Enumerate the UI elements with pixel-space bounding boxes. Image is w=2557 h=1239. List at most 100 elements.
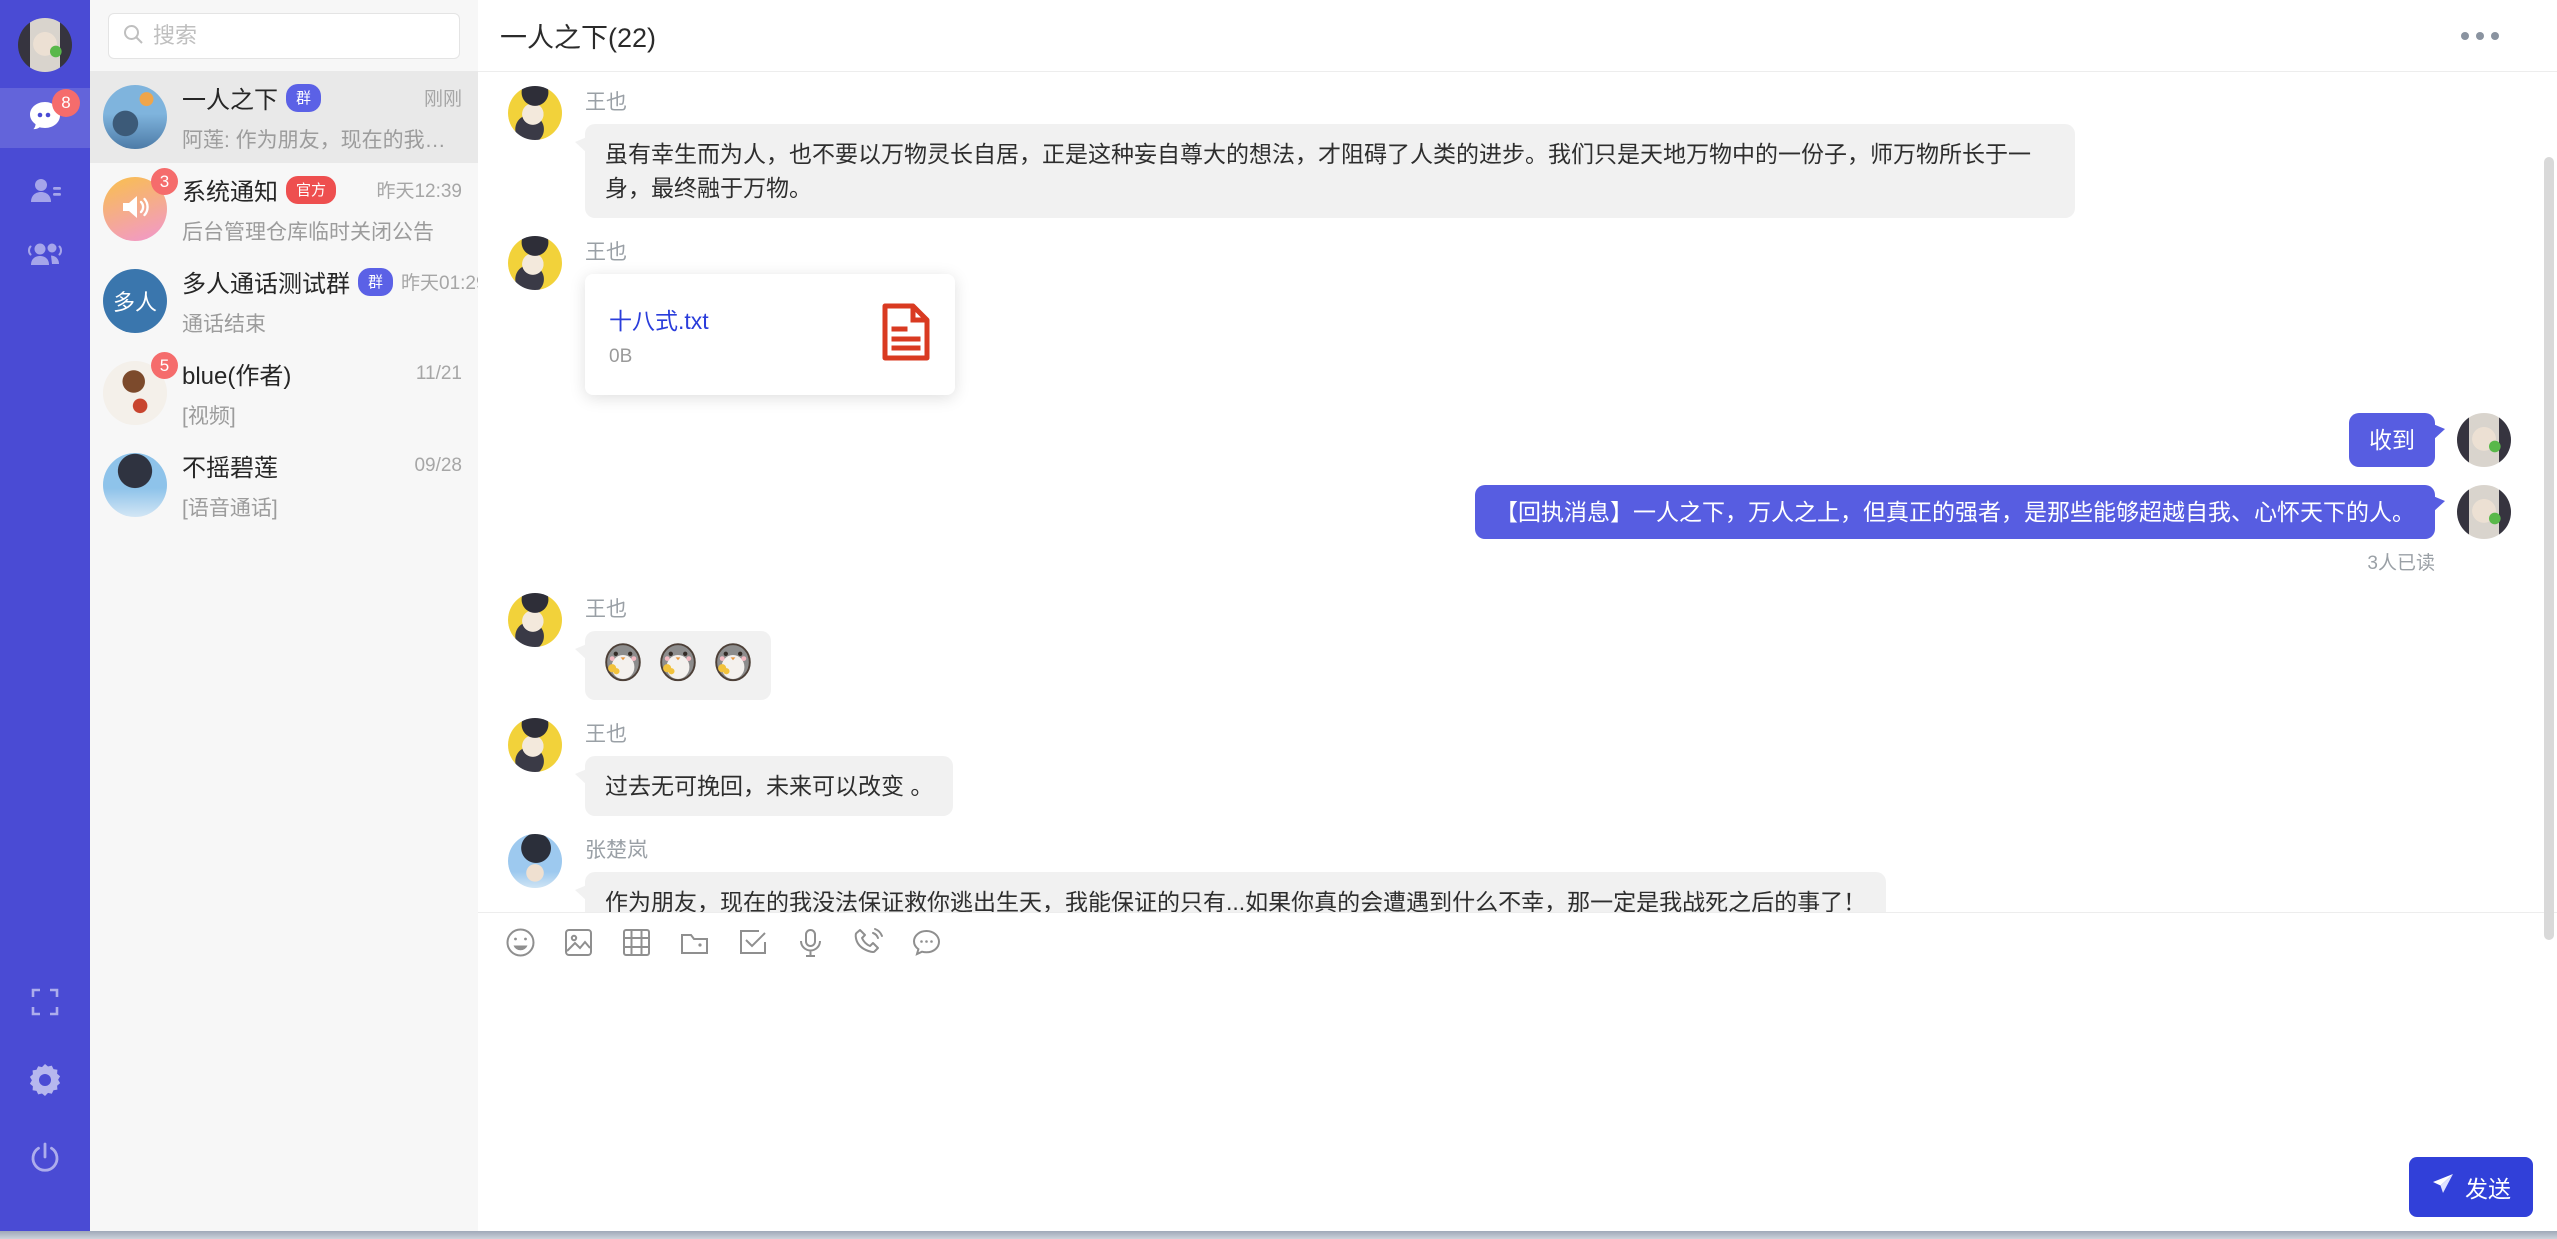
message-dots-icon[interactable] bbox=[910, 926, 942, 958]
message-bubble[interactable]: 虽有幸生而为人，也不要以万物灵长自居，正是这种妄自尊大的想法，才阻碍了人类的进步… bbox=[585, 124, 2075, 218]
group-avatar bbox=[103, 85, 167, 149]
file-document-icon bbox=[881, 302, 931, 367]
conversation-title: 多人通话测试群 bbox=[182, 264, 350, 299]
message-bubble-own[interactable]: 收到 bbox=[2349, 413, 2435, 467]
gear-icon bbox=[27, 1062, 63, 1103]
check-square-icon[interactable] bbox=[736, 926, 768, 958]
conversation-title: 一人之下 bbox=[182, 80, 278, 115]
nav-item-contacts[interactable] bbox=[26, 174, 64, 212]
message-row: 王也 虽有幸生而为人，也不要以万物灵长自居，正是这种妄自尊大的想法，才阻碍了人类… bbox=[508, 86, 2511, 218]
conversation-preview: [视频] bbox=[182, 400, 462, 430]
nav-item-fullscreen[interactable] bbox=[26, 985, 64, 1023]
sender-name: 王也 bbox=[585, 236, 955, 266]
nav-item-groups[interactable] bbox=[26, 238, 64, 276]
folder-icon[interactable] bbox=[678, 926, 710, 958]
conversation-item[interactable]: 3 系统通知 官方 昨天12:39 后台管理仓库临时关闭公告 bbox=[90, 163, 478, 255]
image-icon[interactable] bbox=[562, 926, 594, 958]
sender-avatar[interactable] bbox=[508, 236, 562, 290]
dot-icon bbox=[2476, 32, 2484, 40]
send-label: 发送 bbox=[2465, 1170, 2511, 1204]
penguin-sticker bbox=[654, 637, 702, 694]
power-icon bbox=[28, 1141, 62, 1180]
conversation-item[interactable]: 5 blue(作者) 11/21 [视频] bbox=[90, 347, 478, 439]
contacts-icon bbox=[27, 173, 63, 214]
read-receipt-status[interactable]: 3人已读 bbox=[2367, 548, 2435, 575]
search-icon bbox=[122, 23, 144, 50]
messages-unread-badge: 8 bbox=[52, 89, 80, 117]
dot-icon bbox=[2461, 32, 2469, 40]
penguin-sticker bbox=[709, 637, 757, 694]
mic-icon[interactable] bbox=[794, 926, 826, 958]
file-message-card[interactable]: 十八式.txt 0B bbox=[585, 274, 955, 395]
conversation-preview: 阿莲: 作为朋友，现在的我没法... bbox=[182, 124, 462, 154]
phone-icon[interactable] bbox=[852, 926, 884, 958]
conversation-time: 刚刚 bbox=[416, 84, 462, 111]
message-input-panel[interactable]: 发送 bbox=[478, 912, 2557, 1239]
unread-badge: 3 bbox=[151, 168, 178, 195]
sender-avatar[interactable] bbox=[508, 593, 562, 647]
message-row: 张楚岚 作为朋友，现在的我没法保证救你逃出生天，我能保证的只有...如果你真的会… bbox=[508, 834, 2511, 912]
nav-item-settings[interactable] bbox=[26, 1063, 64, 1101]
user-avatar bbox=[103, 453, 167, 517]
speaker-icon bbox=[118, 190, 152, 229]
groups-icon bbox=[26, 238, 64, 277]
message-bubble[interactable]: 作为朋友，现在的我没法保证救你逃出生天，我能保证的只有...如果你真的会遭遇到什… bbox=[585, 872, 1886, 912]
dot-icon bbox=[2491, 32, 2499, 40]
chat-header: 一人之下(22) bbox=[478, 0, 2557, 72]
video-grid-icon[interactable] bbox=[620, 926, 652, 958]
sender-avatar[interactable] bbox=[508, 86, 562, 140]
paper-plane-icon bbox=[2431, 1172, 2455, 1202]
fullscreen-icon bbox=[30, 987, 60, 1022]
nav-rail: 8 bbox=[0, 0, 90, 1239]
message-row: 王也 过去无可挽回，未来可以改变 。 bbox=[508, 718, 2511, 816]
avatar[interactable] bbox=[18, 18, 72, 72]
more-menu-button[interactable] bbox=[2459, 24, 2501, 48]
conversation-item[interactable]: 一人之下 群 刚刚 阿莲: 作为朋友，现在的我没法... bbox=[90, 71, 478, 163]
conversation-time: 昨天01:29 bbox=[393, 268, 487, 295]
conversation-sidebar: 一人之下 群 刚刚 阿莲: 作为朋友，现在的我没法... 3 bbox=[90, 0, 478, 1239]
conversation-preview: 后台管理仓库临时关闭公告 bbox=[182, 216, 462, 246]
emoji-icon[interactable] bbox=[504, 926, 536, 958]
group-tag-badge: 群 bbox=[286, 84, 321, 112]
conversation-item[interactable]: 多人 多人通话测试群 群 昨天01:29 通话结束 bbox=[90, 255, 478, 347]
chat-panel: 一人之下(22) 王也 虽有幸生而为人，也不要以万物灵长自居，正是这种妄自尊大的… bbox=[478, 0, 2557, 1239]
conversation-preview: 通话结束 bbox=[182, 308, 462, 338]
message-row: 王也 bbox=[508, 593, 2511, 700]
message-row-own: 【回执消息】一人之下，万人之上，但真正的强者，是那些能够超越自我、心怀天下的人。… bbox=[508, 485, 2511, 575]
conversation-time: 昨天12:39 bbox=[368, 176, 462, 203]
message-row-own: 收到 bbox=[508, 413, 2511, 467]
conversation-title: 系统通知 bbox=[182, 172, 278, 207]
own-avatar[interactable] bbox=[2457, 413, 2511, 467]
nav-item-logout[interactable] bbox=[26, 1141, 64, 1179]
message-row: 王也 十八式.txt 0B bbox=[508, 236, 2511, 395]
sender-avatar[interactable] bbox=[508, 718, 562, 772]
official-tag-badge: 官方 bbox=[286, 176, 336, 204]
sender-name: 张楚岚 bbox=[585, 834, 1886, 864]
input-toolbar bbox=[504, 926, 2557, 958]
unread-badge: 5 bbox=[151, 352, 178, 379]
nav-item-messages[interactable]: 8 bbox=[0, 88, 90, 148]
send-button[interactable]: 发送 bbox=[2409, 1157, 2533, 1217]
conversation-preview: [语音通话] bbox=[182, 492, 462, 522]
own-avatar[interactable] bbox=[2457, 485, 2511, 539]
sender-avatar[interactable] bbox=[508, 834, 562, 888]
group-avatar: 多人 bbox=[103, 269, 167, 333]
message-bubble[interactable]: 过去无可挽回，未来可以改变 。 bbox=[585, 756, 953, 816]
window-bottom-edge bbox=[0, 1231, 2557, 1239]
conversation-title: blue(作者) bbox=[182, 356, 291, 391]
scrollbar[interactable] bbox=[2544, 157, 2554, 940]
sticker-message-bubble[interactable] bbox=[585, 631, 771, 700]
search-input[interactable] bbox=[153, 23, 446, 49]
file-name[interactable]: 十八式.txt bbox=[609, 302, 709, 336]
conversation-time: 09/28 bbox=[406, 455, 462, 477]
chat-title: 一人之下(22) bbox=[500, 16, 656, 55]
sender-name: 王也 bbox=[585, 718, 953, 748]
message-list[interactable]: 王也 虽有幸生而为人，也不要以万物灵长自居，正是这种妄自尊大的想法，才阻碍了人类… bbox=[478, 72, 2557, 912]
group-tag-badge: 群 bbox=[358, 268, 393, 296]
penguin-sticker bbox=[599, 637, 647, 694]
search-box[interactable] bbox=[108, 13, 460, 59]
conversation-item[interactable]: 不摇碧莲 09/28 [语音通话] bbox=[90, 439, 478, 531]
conversation-time: 11/21 bbox=[408, 363, 462, 385]
sender-name: 王也 bbox=[585, 593, 771, 623]
message-bubble-own[interactable]: 【回执消息】一人之下，万人之上，但真正的强者，是那些能够超越自我、心怀天下的人。 bbox=[1475, 485, 2435, 539]
